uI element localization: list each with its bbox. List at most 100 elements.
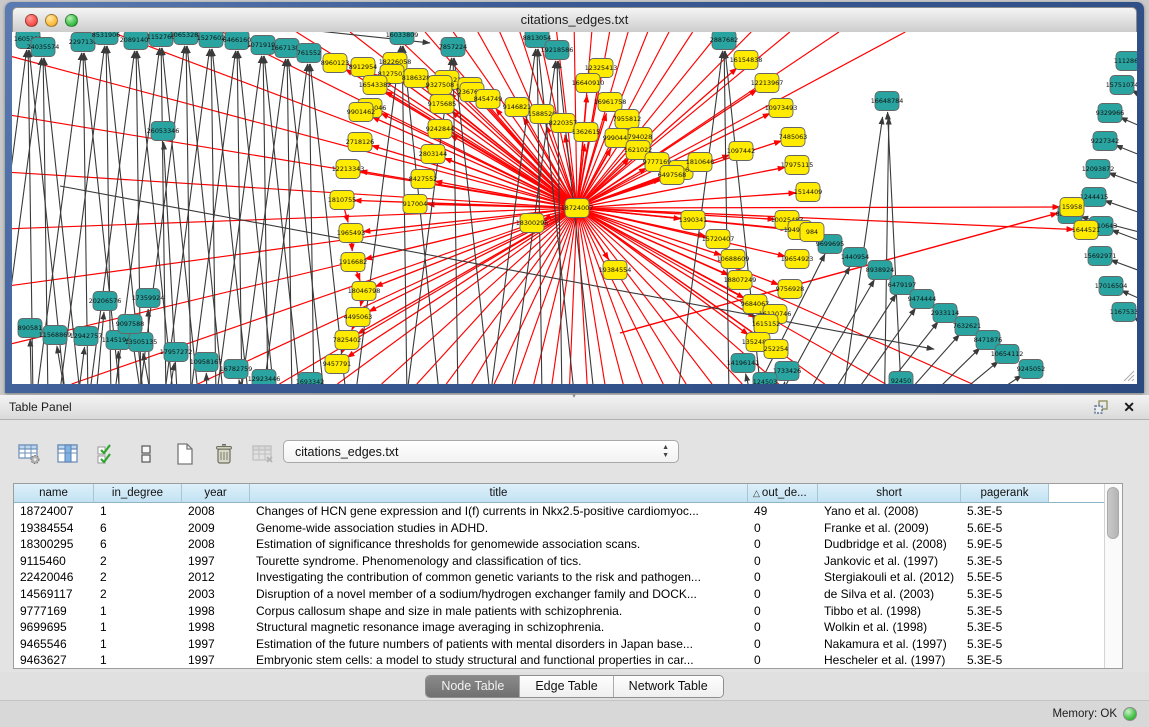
network-node[interactable]: 9227342 [1091, 132, 1119, 151]
table-cell[interactable]: 0 [748, 569, 818, 586]
network-node[interactable]: 8454749 [474, 90, 502, 109]
table-cell[interactable]: Franke et al. (2009) [818, 520, 961, 537]
network-node[interactable]: 984 [800, 223, 824, 242]
network-node[interactable]: 17957272 [160, 343, 193, 362]
network-node[interactable]: 14196141 [727, 354, 760, 373]
network-node[interactable]: 18300295 [516, 214, 549, 233]
network-node-hub[interactable]: 18724007 [561, 199, 594, 218]
scrollbar-thumb[interactable] [1107, 487, 1119, 539]
table-cell[interactable]: 2008 [182, 536, 250, 553]
table-cell[interactable]: 49 [748, 503, 818, 520]
table-cell[interactable] [1049, 553, 1105, 570]
memory-status-icon[interactable] [1123, 707, 1137, 721]
tab-edge-table[interactable]: Edge Table [520, 676, 613, 697]
network-node[interactable]: 18046798 [348, 282, 381, 301]
table-cell[interactable]: 9115460 [14, 553, 94, 570]
network-node[interactable]: 8427552 [409, 170, 437, 189]
table-cell[interactable] [1049, 586, 1105, 603]
table-cell[interactable]: 2012 [182, 569, 250, 586]
table-cell[interactable]: 5.3E-5 [961, 619, 1049, 636]
table-cell[interactable] [1049, 520, 1105, 537]
network-node[interactable]: 8531906 [92, 32, 120, 45]
panel-divider-handle[interactable]: ▾ [567, 394, 581, 400]
table-cell[interactable]: 6 [94, 520, 182, 537]
table-cell[interactable]: 2 [94, 586, 182, 603]
network-node[interactable]: 1810646 [686, 153, 714, 172]
column-header-pagerank[interactable]: pagerank [961, 484, 1049, 503]
table-cell[interactable]: Structural magnetic resonance image aver… [250, 619, 748, 636]
network-node[interactable]: 1965493 [337, 224, 365, 243]
column-header-indegree[interactable]: in_degree [94, 484, 182, 503]
table-cell[interactable]: 2008 [182, 503, 250, 520]
network-node[interactable]: 1097442 [727, 142, 755, 161]
network-node[interactable]: 6497568 [658, 166, 686, 185]
table-cell[interactable]: 5.6E-5 [961, 520, 1049, 537]
table-cell[interactable] [1049, 652, 1105, 668]
table-cell[interactable]: Tibbo et al. (1998) [818, 603, 961, 620]
table-cell[interactable]: 19384554 [14, 520, 94, 537]
table-cell[interactable]: 5.3E-5 [961, 553, 1049, 570]
table-cell[interactable]: Jankovic et al. (1997) [818, 553, 961, 570]
table-cell[interactable]: 0 [748, 603, 818, 620]
table-cell[interactable]: 0 [748, 586, 818, 603]
table-cell[interactable]: 0 [748, 619, 818, 636]
network-node[interactable]: 26053346 [147, 122, 180, 141]
network-node[interactable]: 9474444 [908, 290, 936, 309]
network-node[interactable]: 1112864 [1114, 52, 1137, 71]
network-node[interactable]: 18807249 [724, 271, 757, 290]
table-cell[interactable]: Estimation of significance thresholds fo… [250, 536, 748, 553]
network-node[interactable]: 12923446 [248, 370, 281, 385]
table-cell[interactable]: Corpus callosum shape and size in male p… [250, 603, 748, 620]
network-node[interactable]: 7955812 [613, 110, 641, 129]
network-node[interactable]: 19218586 [541, 41, 574, 60]
network-node[interactable]: 12942757 [70, 327, 103, 346]
network-node[interactable]: 124503 [753, 373, 777, 385]
column-header-year[interactable]: year [182, 484, 250, 503]
tab-node-table[interactable]: Node Table [426, 676, 520, 697]
network-node[interactable]: 1362615 [572, 123, 600, 142]
table-selector-dropdown[interactable]: citations_edges.txt ▲▼ [283, 440, 679, 463]
table-row[interactable]: 2242004622012Investigating the contribut… [14, 569, 1105, 586]
network-node[interactable]: 24035574 [27, 38, 60, 57]
table-cell[interactable]: Yano et al. (2008) [818, 503, 961, 520]
network-node[interactable]: 1644521 [1072, 221, 1100, 240]
network-node[interactable]: 9245052 [1017, 360, 1045, 379]
table-cell[interactable]: 9699695 [14, 619, 94, 636]
table-cell[interactable]: 0 [748, 536, 818, 553]
network-node[interactable]: 17975115 [781, 156, 814, 175]
table-cell[interactable]: Disruption of a novel member of a sodium… [250, 586, 748, 603]
network-node[interactable]: 12213343 [332, 160, 365, 179]
table-cell[interactable]: Wolkin et al. (1998) [818, 619, 961, 636]
network-node[interactable]: 252254 [764, 340, 788, 359]
network-node[interactable]: 2718126 [346, 133, 374, 152]
delete-table-icon[interactable] [250, 441, 276, 467]
network-node[interactable]: 9242844 [426, 120, 454, 139]
network-node[interactable]: 16154838 [730, 51, 763, 70]
tab-network-table[interactable]: Network Table [614, 676, 723, 697]
network-canvas[interactable]: 1605381240355742297136853190620891406115… [12, 32, 1137, 384]
table-cell[interactable]: 1 [94, 503, 182, 520]
network-node[interactable]: 10958167 [190, 353, 223, 372]
create-column-icon[interactable] [172, 441, 198, 467]
table-cell[interactable] [1049, 503, 1105, 520]
network-node[interactable]: 9457791 [323, 355, 351, 374]
network-node[interactable]: 7857224 [439, 38, 467, 57]
table-cell[interactable]: 0 [748, 553, 818, 570]
table-cell[interactable]: 0 [748, 636, 818, 653]
table-cell[interactable]: 5.3E-5 [961, 603, 1049, 620]
network-node[interactable]: 1514409 [794, 183, 822, 202]
table-cell[interactable]: 18724007 [14, 503, 94, 520]
table-row[interactable]: 1830029562008Estimation of significance … [14, 536, 1105, 553]
network-node[interactable]: 16961758 [594, 93, 627, 112]
table-cell[interactable]: 1998 [182, 619, 250, 636]
network-node[interactable]: 9901462 [347, 103, 375, 122]
table-cell[interactable]: Dudbridge et al. (2008) [818, 536, 961, 553]
network-node[interactable]: 12093872 [1082, 160, 1115, 179]
network-node[interactable]: 16033809 [386, 32, 419, 45]
table-cell[interactable]: 1997 [182, 636, 250, 653]
network-node[interactable]: 7825402 [333, 331, 361, 350]
table-cell[interactable]: 0 [748, 652, 818, 668]
table-cell[interactable]: Hescheler et al. (1997) [818, 652, 961, 668]
network-node[interactable]: 8938924 [866, 261, 894, 280]
table-cell[interactable]: Embryonic stem cells: a model to study s… [250, 652, 748, 668]
